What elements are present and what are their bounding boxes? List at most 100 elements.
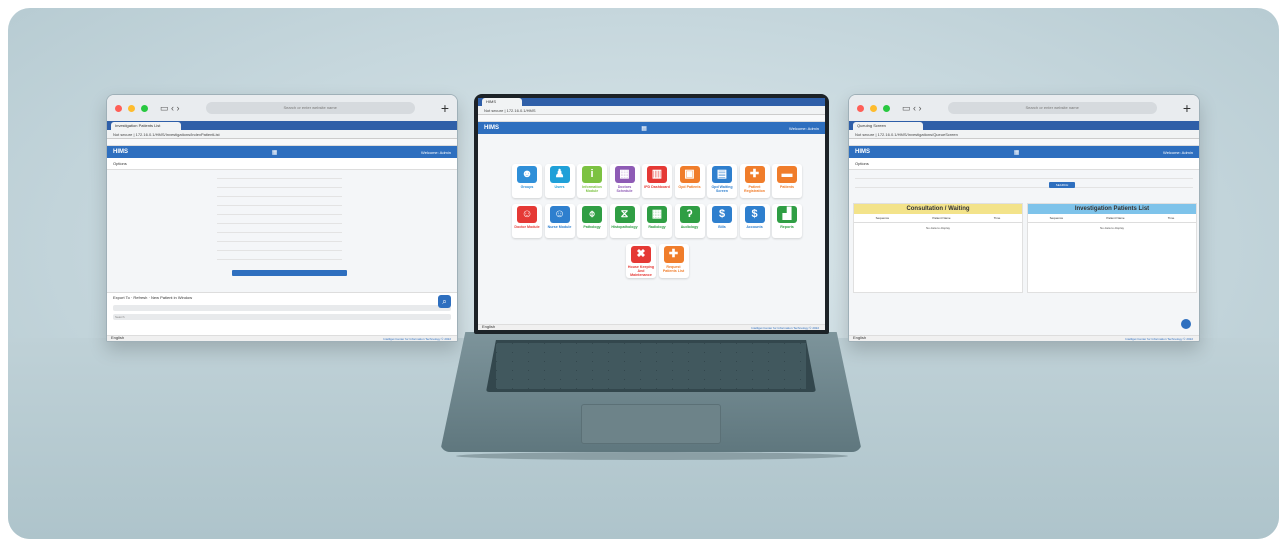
address-bar[interactable]: Not secure | 172.16.0.1/HMS/Investigatio… (849, 130, 1199, 139)
module-tile[interactable]: ♟ Users (544, 164, 575, 198)
refresh-button[interactable]: Refresh (133, 295, 147, 300)
zoom-icon[interactable] (141, 104, 148, 112)
search-icon[interactable]: ⌕ (438, 295, 451, 308)
table-header: Sequence Patient Name Time (1028, 214, 1196, 223)
module-tile[interactable]: ▣ Opd Patients (674, 164, 705, 198)
export-button[interactable]: Export To (113, 295, 130, 300)
language-select[interactable]: English (482, 324, 495, 330)
module-tile[interactable]: ✚ Request Patients List (658, 244, 689, 278)
reports-icon: ▟ (777, 206, 797, 223)
home-icon[interactable]: ▦ (641, 125, 647, 132)
mac-url-field[interactable]: Search or enter website name (205, 102, 415, 114)
module-label: Nurse Module (547, 225, 572, 229)
module-tile[interactable]: ⌽ Pathology (577, 204, 607, 238)
module-tile[interactable]: ▟ Reports (772, 204, 802, 238)
address-bar[interactable]: Not secure | 172.16.0.1/HMS/Investigatio… (107, 130, 457, 139)
mac-title-bar: ▭ ‹ › Search or enter website name + (849, 95, 1199, 121)
waiting-screen-icon: ▤ (712, 166, 732, 183)
module-tile[interactable]: ☺ Nurse Module (544, 204, 575, 238)
tools-icon: ✖ (631, 246, 651, 263)
address-bar[interactable]: Not secure | 172.16.0.1/HMS (478, 106, 825, 115)
search-button[interactable] (232, 270, 347, 276)
module-tile[interactable]: ☺ Doctor Module (512, 204, 542, 238)
close-icon[interactable] (857, 104, 864, 112)
mac-title-bar: ▭ ‹ › Search or enter website name + (107, 95, 457, 121)
footer: English Intelliget Center for Informatio… (107, 335, 457, 341)
welcome-text: Welcome: Admin (789, 125, 819, 131)
new-tab-icon[interactable]: + (441, 100, 449, 116)
toolbar: Export To · Refresh · New Patient in Win… (113, 295, 193, 300)
module-label: House Keeping And Maintenance (627, 265, 655, 277)
module-label: Histopathology (611, 225, 638, 229)
module-tile[interactable]: ⧖ Histopathology (609, 204, 640, 238)
new-window-button[interactable]: New Patient in Window (151, 295, 192, 300)
browser-tab[interactable]: Queuing Screen (853, 122, 923, 130)
laptop-screen: HIMS Not secure | 172.16.0.1/HMS HIMS ▦ … (478, 98, 825, 330)
app-logo[interactable]: HIMS (113, 149, 128, 155)
info-icon: i (582, 166, 602, 183)
module-label: Patients (780, 185, 794, 189)
app-logo[interactable]: HIMS (855, 149, 870, 155)
module-label: Opd Patients (678, 185, 701, 189)
empty-message: No data to display (925, 226, 950, 230)
laptop-screen-bezel: HIMS Not secure | 172.16.0.1/HMS HIMS ▦ … (474, 94, 829, 334)
module-tile[interactable]: ▦ Radiology (642, 204, 672, 238)
app-header: HIMS ▦ Welcome: Admin (107, 146, 457, 158)
module-label: IPD Dashboard (644, 185, 670, 189)
consultation-panel: Consultation / Waiting Sequence Patient … (853, 203, 1023, 293)
module-tile[interactable]: ▥ IPD Dashboard (642, 164, 672, 198)
language-select[interactable]: English (853, 335, 866, 341)
minimize-icon[interactable] (870, 104, 877, 112)
hospital-icon: ▥ (647, 166, 667, 183)
sidebar-icon[interactable]: ▭ ‹ › (160, 103, 180, 114)
close-icon[interactable] (115, 104, 122, 112)
module-label: Groups (520, 185, 534, 189)
module-tile[interactable]: ʔ Audiology (674, 204, 705, 238)
module-tile[interactable]: ✚ Patient Registration (739, 164, 770, 198)
investigation-panel: Investigation Patients List Sequence Pat… (1027, 203, 1197, 293)
sidebar-icon[interactable]: ▭ ‹ › (902, 103, 922, 114)
module-tile[interactable]: ☻ Groups (512, 164, 542, 198)
browser-tab[interactable]: Investigation Patients List (111, 122, 181, 130)
module-tile[interactable]: ▤ Opd Waiting Screen (707, 164, 737, 198)
patient-bed-icon: ▬ (777, 166, 797, 183)
minimize-icon[interactable] (128, 104, 135, 112)
app-logo[interactable]: HIMS (484, 125, 499, 131)
options-label: Options (849, 158, 1199, 170)
search-button[interactable]: SEARCH (1049, 182, 1075, 188)
home-icon[interactable]: ▦ (272, 149, 278, 156)
welcome-text: Welcome: Admin (1163, 149, 1193, 155)
module-tile[interactable]: ▦ Doctors Schedule (609, 164, 640, 198)
module-label: Patient Registration (744, 185, 765, 193)
module-tile[interactable]: $ Accounts (739, 204, 770, 238)
keyboard-keys (496, 343, 806, 389)
language-select[interactable]: English (111, 335, 124, 341)
table-header: Sequence Patient Name Time (854, 214, 1022, 223)
module-tile[interactable]: ✖ House Keeping And Maintenance (626, 244, 656, 278)
new-tab-icon[interactable]: + (1183, 100, 1191, 116)
module-tile[interactable]: i Information Module (577, 164, 607, 198)
panel-title: Investigation Patients List (1028, 204, 1196, 214)
home-icon[interactable]: ▦ (1014, 149, 1020, 156)
welcome-text: Welcome: Admin (421, 149, 451, 155)
footer: English Intelliget Center for Informatio… (478, 324, 825, 330)
chat-icon[interactable] (1181, 319, 1191, 329)
app-header: HIMS ▦ Welcome: Admin (849, 146, 1199, 158)
laptop-shadow (456, 452, 848, 460)
module-label: Opd Waiting Screen (711, 185, 733, 193)
empty-message: No data to display (1099, 226, 1124, 230)
module-label: Doctor Module (514, 225, 540, 229)
module-label: Radiology (648, 225, 666, 229)
nurse-icon: ☺ (549, 206, 570, 223)
browser-tab[interactable]: HIMS (482, 98, 522, 106)
module-tile[interactable]: $ Bills (707, 204, 737, 238)
left-browser-window: ▭ ‹ › Search or enter website name + Inv… (106, 94, 458, 342)
module-tile[interactable]: ▬ Patients (772, 164, 802, 198)
mac-url-field[interactable]: Search or enter website name (947, 102, 1157, 114)
zoom-icon[interactable] (883, 104, 890, 112)
table-header (113, 314, 451, 320)
search-input[interactable]: Search (113, 305, 451, 319)
options-label: Options (107, 158, 457, 170)
bookmarks-bar (849, 139, 1199, 146)
module-label: Users (554, 185, 565, 189)
